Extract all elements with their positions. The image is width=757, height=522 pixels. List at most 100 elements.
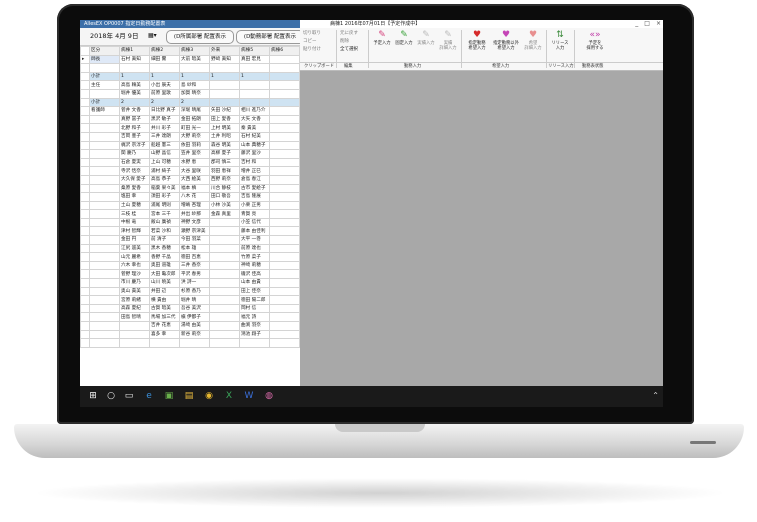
table-row[interactable]: 金田 円前 清子 今田 羽菜 大平 一巻 <box>80 235 300 245</box>
staff-cell[interactable] <box>119 321 150 331</box>
fixed-input-button[interactable]: ✎ 固定入力 <box>394 30 414 46</box>
staff-cell[interactable]: 馬場 加三代 <box>149 312 180 322</box>
staff-cell[interactable]: 細田 實 <box>149 54 180 65</box>
staff-cell[interactable]: 槇 伊都子 <box>179 312 210 322</box>
staff-cell[interactable]: 高森 夏紀 <box>119 303 150 314</box>
staff-cell[interactable]: 深堀 晴尾 <box>179 106 210 116</box>
staff-cell[interactable] <box>209 226 240 237</box>
staff-cell[interactable]: 山本 由貴 <box>239 278 270 288</box>
word-icon[interactable]: W <box>242 389 256 403</box>
staff-cell[interactable]: 徳田 百恵 <box>179 252 210 262</box>
category-cell[interactable] <box>89 157 120 168</box>
staff-cell[interactable] <box>269 235 300 245</box>
excel-icon[interactable]: X <box>222 389 236 403</box>
column-header[interactable]: 病棟2 <box>149 46 180 56</box>
staff-cell[interactable]: 竹原 菜子 <box>239 252 270 262</box>
row-header[interactable] <box>80 80 90 90</box>
table-row[interactable]: 小計 2 2 2 <box>80 97 300 108</box>
staff-cell[interactable] <box>269 312 300 322</box>
table-row[interactable] <box>80 63 300 73</box>
plan-input-button[interactable]: ✎ 予定入力 <box>372 30 392 46</box>
table-row[interactable]: 三枝 桂宮本 三千 井出 紗那 金森 真里 青賀 亮 <box>80 209 300 219</box>
staff-cell[interactable] <box>269 166 300 176</box>
row-header[interactable] <box>80 269 90 280</box>
copy-button[interactable]: コピー <box>303 38 317 46</box>
staff-cell[interactable] <box>269 97 300 108</box>
staff-cell[interactable] <box>209 88 240 99</box>
table-row[interactable]: 山元 麗希 香野 千晶 徳田 百恵 竹原 菜子 <box>80 252 300 262</box>
table-row[interactable]: 堀井 優美 前原 里歌 加賀 晴奈 <box>80 88 300 99</box>
tray-chevron-icon[interactable]: ⌃ <box>652 390 659 402</box>
staff-cell[interactable]: 真野 冨子 <box>119 114 150 125</box>
staff-cell[interactable]: 1 <box>179 71 210 82</box>
staff-cell[interactable]: 秦 貴美 <box>239 123 270 133</box>
staff-cell[interactable]: 金森 真里 <box>209 209 240 219</box>
staff-cell[interactable] <box>209 338 240 348</box>
chrome-icon[interactable]: ◉ <box>202 389 216 403</box>
category-cell[interactable] <box>89 286 120 297</box>
category-cell[interactable] <box>89 252 120 262</box>
maximize-button[interactable]: □ <box>644 20 650 28</box>
staff-cell[interactable]: 田上 佳奈 <box>239 286 270 297</box>
staff-cell[interactable]: 土井 利昭 <box>209 131 240 142</box>
row-header[interactable] <box>80 209 90 219</box>
row-header[interactable] <box>80 123 90 133</box>
staff-cell[interactable] <box>119 338 150 348</box>
staff-cell[interactable] <box>149 338 180 348</box>
row-header[interactable] <box>80 149 90 159</box>
staff-cell[interactable] <box>269 114 300 125</box>
release-input-button[interactable]: ⇅ リリース 入力 <box>549 30 571 51</box>
staff-cell[interactable] <box>269 123 300 133</box>
row-header[interactable] <box>80 278 90 288</box>
staff-cell[interactable]: 湯崎 由美 <box>179 321 210 331</box>
table-row[interactable]: 石倉 夏実 上山 可穂 水野 恵郡司 慎三 吉村 和 <box>80 157 300 168</box>
staff-cell[interactable]: 寺沢 恬奈 <box>119 166 150 176</box>
staff-cell[interactable]: 大久保 愛子 <box>119 174 150 185</box>
staff-cell[interactable]: 1 <box>209 71 240 82</box>
staff-cell[interactable] <box>209 312 240 322</box>
mobile-dept-button[interactable]: (D動務部署 配置表示 <box>236 30 300 44</box>
staff-cell[interactable]: 郡司 慎三 <box>209 157 240 168</box>
row-header[interactable] <box>80 226 90 237</box>
staff-cell[interactable]: 真田 宏見 <box>239 54 270 65</box>
staff-cell[interactable]: 桑原 愛香 <box>119 183 150 194</box>
table-row[interactable]: 六木 幸也 奥田 道雄 三井 香奈 神崎 莉穂 <box>80 260 300 271</box>
staff-cell[interactable]: 小笠 信代 <box>239 217 270 228</box>
staff-cell[interactable]: 今田 羽菜 <box>179 235 210 245</box>
staff-cell[interactable]: 前原 達也 <box>239 243 270 254</box>
cut-button[interactable]: 切り取り <box>303 30 321 38</box>
staff-cell[interactable]: 黒木 香穂 <box>149 243 180 254</box>
staff-cell[interactable]: 石村 紀美 <box>239 131 270 142</box>
staff-cell[interactable]: 松本 雄 <box>179 243 210 254</box>
row-header[interactable] <box>80 200 90 211</box>
staff-cell[interactable]: 大谷 里咲 <box>179 166 210 176</box>
staff-cell[interactable]: 町田 光一 <box>179 123 210 133</box>
table-row[interactable]: ▸ 師長 石村 眞知 細田 實大前 暗美 野﨑 眞知 真田 宏見 <box>80 54 300 65</box>
staff-cell[interactable] <box>269 174 300 185</box>
staff-cell[interactable]: 中根 竜 <box>119 217 150 228</box>
staff-cell[interactable]: 田口 敬吾 <box>209 192 240 202</box>
staff-cell[interactable]: 香野 千晶 <box>149 252 180 262</box>
table-row[interactable]: 市川 慶乃 山川 暁美洪 詩一 山本 由貴 <box>80 278 300 288</box>
staff-cell[interactable] <box>239 80 270 90</box>
staff-cell[interactable] <box>269 183 300 194</box>
staff-cell[interactable]: 喜多 幸 <box>149 329 180 340</box>
row-header[interactable] <box>80 157 90 168</box>
staff-cell[interactable]: 六木 幸也 <box>119 260 150 271</box>
task-view-icon[interactable]: ▭ <box>122 389 136 403</box>
row-header[interactable] <box>80 174 90 185</box>
staff-cell[interactable]: 土山 夏穂 <box>119 200 150 211</box>
column-header[interactable]: 病棟5 <box>239 46 270 56</box>
paste-button[interactable]: 貼り付け <box>303 46 321 54</box>
staff-cell[interactable]: 八木 花 <box>179 192 210 202</box>
row-header[interactable] <box>80 286 90 297</box>
table-row[interactable]: 真野 冨子 黒沢 敏子 金田 拓朗 田上 愛香 大矢 文香 <box>80 114 300 125</box>
staff-cell[interactable]: 吉井 花恵 <box>149 321 180 331</box>
column-header[interactable]: 病棟1 <box>119 46 150 56</box>
staff-cell[interactable]: 大田 亀次郎 <box>149 269 180 280</box>
category-cell[interactable] <box>89 338 120 348</box>
staff-cell[interactable]: 山川 暁美 <box>149 278 180 288</box>
table-row[interactable]: 主任 高島 賴美 小出 辰夫島 紗和 <box>80 80 300 90</box>
table-row[interactable]: 寺沢 恬奈 浦村 綺子 大谷 里咲 羽田 恵祥 増井 正巳 <box>80 166 300 176</box>
staff-cell[interactable]: 依田 羽莉 <box>179 140 210 151</box>
